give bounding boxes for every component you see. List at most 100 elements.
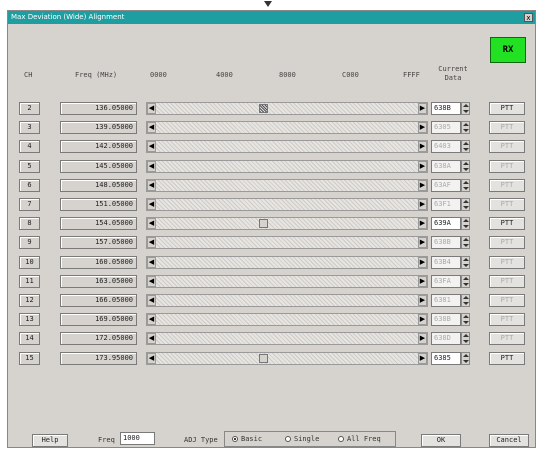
current-data-field: 63F1 (431, 198, 461, 211)
ptt-button[interactable]: PTT (489, 351, 525, 365)
channel-frequency: 166.05000 (60, 294, 137, 307)
channel-number: 4 (19, 140, 40, 154)
spin-up-icon[interactable] (463, 353, 469, 357)
channel-row: 12 166.05000 ◀ ▶ 6381 PTT (8, 292, 535, 309)
spin-down-icon[interactable] (463, 359, 469, 363)
slider-thumb[interactable] (259, 219, 269, 229)
channel-number: 6 (19, 178, 40, 192)
spin-up-icon[interactable] (463, 104, 469, 107)
current-data-spinner (461, 159, 470, 173)
channel-row: 5 145.05000 ◀ ▶ 638A PTT (8, 158, 535, 175)
deviation-slider: ◀ ▶ (146, 274, 428, 288)
spin-up-icon[interactable] (463, 219, 469, 223)
spin-down-icon (463, 206, 469, 209)
spin-down-icon[interactable] (463, 225, 469, 229)
channel-row: 9 157.05000 ◀ ▶ 638B PTT (8, 234, 535, 251)
current-data-spinner (461, 236, 470, 250)
current-data-field[interactable]: 6385 (431, 351, 461, 365)
scroll-left-arrow-icon[interactable]: ◀ (147, 352, 156, 364)
scroll-left-arrow-icon: ◀ (147, 237, 156, 249)
spin-up-icon (463, 200, 469, 203)
deviation-slider: ◀ ▶ (146, 313, 428, 327)
ptt-button: PTT (489, 255, 525, 269)
channel-frequency: 142.05000 (60, 140, 137, 154)
scroll-left-arrow-icon: ◀ (147, 199, 156, 210)
channel-frequency: 139.05000 (60, 121, 137, 135)
scroll-right-arrow-icon[interactable]: ▶ (418, 352, 427, 364)
ok-button[interactable]: OK (421, 434, 461, 447)
channel-row: 3 139.05000 ◀ ▶ 6305 PTT (8, 119, 535, 136)
current-data-spinner (461, 294, 470, 307)
ptt-button: PTT (489, 178, 525, 192)
spin-up-icon (463, 238, 469, 242)
scroll-left-arrow-icon: ◀ (147, 160, 156, 172)
adj-allfreq-label: All Freq (347, 435, 381, 443)
spin-up-icon (463, 257, 469, 261)
current-data-spinner (461, 332, 470, 346)
scroll-right-arrow-icon[interactable]: ▶ (418, 218, 427, 230)
current-data-field[interactable]: 639A (431, 217, 461, 231)
scroll-right-arrow-icon[interactable]: ▶ (418, 103, 427, 114)
spin-up-icon (463, 296, 469, 299)
cancel-button[interactable]: Cancel (489, 434, 529, 447)
deviation-slider[interactable]: ◀ ▶ (146, 217, 428, 231)
header-ch: CH (24, 71, 33, 79)
spin-down-icon (463, 321, 469, 325)
header-freq: Freq (MHz) (75, 71, 118, 79)
freq-input[interactable]: 1000 (120, 432, 155, 445)
channel-number: 15 (19, 351, 40, 365)
current-data-spinner[interactable] (461, 217, 470, 231)
slider-thumb[interactable] (259, 353, 269, 363)
channel-frequency: 169.05000 (60, 313, 137, 327)
current-data-field: 638A (431, 159, 461, 173)
spin-down-icon (463, 340, 469, 344)
spin-down-icon (463, 263, 469, 267)
scroll-right-arrow-icon: ▶ (418, 333, 427, 345)
adj-single-radio[interactable] (285, 436, 291, 442)
current-data-spinner[interactable] (461, 351, 470, 365)
channel-number: 13 (19, 313, 40, 327)
scale-label-4000: 4000 (216, 71, 233, 79)
current-data-field: 638B (431, 236, 461, 250)
scroll-left-arrow-icon: ◀ (147, 122, 156, 134)
help-button[interactable]: Help (32, 434, 68, 447)
scroll-left-arrow-icon[interactable]: ◀ (147, 218, 156, 230)
scroll-left-arrow-icon: ◀ (147, 333, 156, 345)
current-data-field: 638B (431, 313, 461, 327)
scroll-left-arrow-icon[interactable]: ◀ (147, 103, 156, 114)
header-current-data: Current Data (438, 65, 468, 82)
adj-basic-radio[interactable] (232, 436, 238, 442)
channel-row: 15 173.95000 ◀ ▶ 6385 PTT (8, 350, 535, 367)
deviation-slider[interactable]: ◀ ▶ (146, 102, 428, 115)
channel-frequency: 172.05000 (60, 332, 137, 346)
channel-number: 5 (19, 159, 40, 173)
deviation-slider: ◀ ▶ (146, 236, 428, 250)
scroll-left-arrow-icon: ◀ (147, 314, 156, 326)
channel-row: 8 154.05000 ◀ ▶ 639A PTT (8, 215, 535, 232)
deviation-slider: ◀ ▶ (146, 294, 428, 307)
rx-button[interactable]: RX (490, 37, 526, 63)
spin-down-icon (463, 129, 469, 133)
ptt-button: PTT (489, 140, 525, 154)
slider-thumb[interactable] (259, 104, 269, 113)
channel-number: 12 (19, 294, 40, 307)
adj-allfreq-radio[interactable] (338, 436, 344, 442)
adj-single-label: Single (294, 435, 320, 443)
ptt-button[interactable]: PTT (489, 217, 525, 231)
channel-frequency: 148.05000 (60, 178, 137, 192)
ptt-button[interactable]: PTT (489, 102, 525, 115)
spin-down-icon[interactable] (463, 110, 469, 113)
adj-type-label: ADJ Type (184, 436, 218, 444)
scale-label-c000: C000 (342, 71, 359, 79)
adj-type-group: Basic Single All Freq (224, 431, 396, 447)
current-data-field[interactable]: 638B (431, 102, 461, 115)
scroll-left-arrow-icon: ◀ (147, 141, 156, 153)
channel-row: 14 172.05000 ◀ ▶ 638D PTT (8, 330, 535, 347)
scale-label-8000: 8000 (279, 71, 296, 79)
deviation-slider[interactable]: ◀ ▶ (146, 351, 428, 365)
channel-number: 2 (19, 102, 40, 115)
close-icon[interactable]: x (524, 13, 533, 22)
current-data-field: 63FA (431, 274, 461, 288)
spin-down-icon (463, 282, 469, 286)
current-data-spinner[interactable] (461, 102, 470, 115)
